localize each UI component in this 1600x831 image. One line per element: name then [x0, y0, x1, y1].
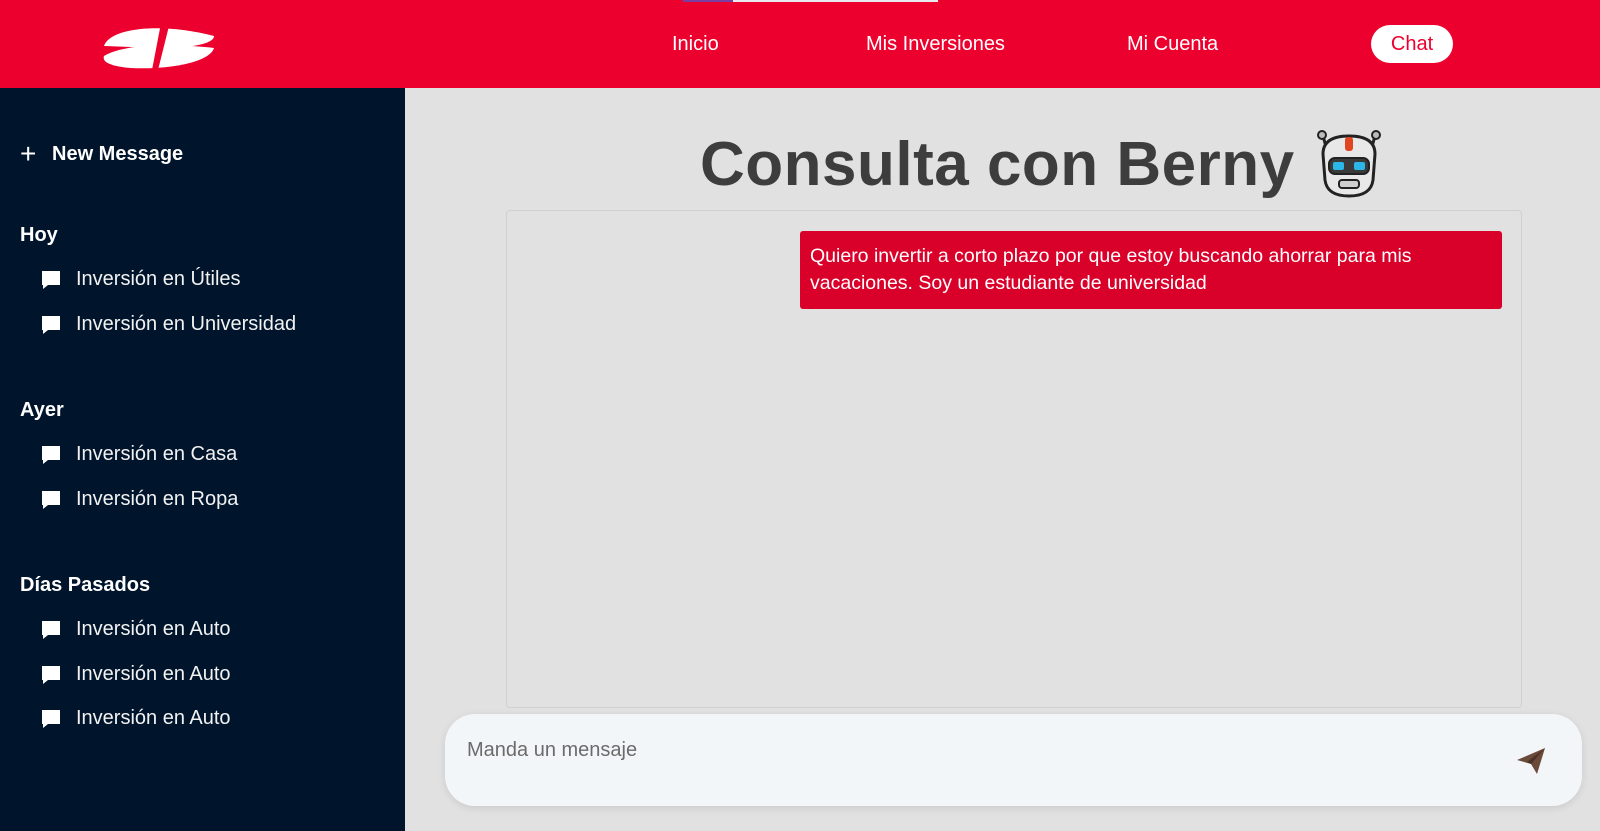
- top-accent-line: [683, 0, 938, 2]
- logo-icon[interactable]: [100, 18, 218, 70]
- conversation-item[interactable]: Inversión en Universidad: [40, 313, 296, 336]
- conversation-label: Inversión en Universidad: [76, 313, 297, 335]
- user-message: Quiero invertir a corto plazo por que es…: [800, 231, 1502, 309]
- chat-bubble-icon: [42, 445, 60, 464]
- group-title-dias-pasados: Días Pasados: [20, 574, 151, 596]
- nav-mis-inversiones[interactable]: Mis Inversiones: [866, 33, 1005, 56]
- new-message-button[interactable]: + New Message: [20, 140, 183, 168]
- paper-plane-icon: [1517, 748, 1545, 774]
- nav-mi-cuenta[interactable]: Mi Cuenta: [1127, 33, 1218, 56]
- conversation-item[interactable]: Inversión en Auto: [40, 663, 231, 686]
- chat-bubble-icon: [42, 620, 60, 639]
- chat-bubble-icon: [42, 315, 60, 334]
- plus-icon: +: [20, 138, 37, 169]
- conversation-item[interactable]: Inversión en Auto: [40, 618, 231, 641]
- conversation-label: Inversión en Útiles: [76, 268, 241, 290]
- conversation-label: Inversión en Auto: [76, 707, 231, 729]
- conversation-item[interactable]: Inversión en Auto: [40, 707, 231, 730]
- conversation-label: Inversión en Ropa: [76, 488, 239, 510]
- top-navbar: Inicio Mis Inversiones Mi Cuenta Chat: [0, 0, 1600, 88]
- conversation-label: Inversión en Auto: [76, 618, 231, 640]
- message-input[interactable]: [467, 728, 1467, 772]
- conversation-item[interactable]: Inversión en Útiles: [40, 268, 241, 291]
- conversation-item[interactable]: Inversión en Ropa: [40, 488, 238, 511]
- chat-button[interactable]: Chat: [1371, 25, 1453, 63]
- conversation-label: Inversión en Auto: [76, 663, 231, 685]
- group-title-ayer: Ayer: [20, 399, 64, 421]
- new-message-label: New Message: [52, 142, 184, 165]
- conversation-label: Inversión en Casa: [76, 443, 238, 465]
- chat-bubble-icon: [42, 270, 60, 289]
- chat-bubble-icon: [42, 709, 60, 728]
- chat-bubble-icon: [42, 490, 60, 509]
- conversation-item[interactable]: Inversión en Casa: [40, 443, 237, 466]
- page-title: Consulta con Berny: [700, 129, 1295, 199]
- page-title-block: Consulta con Berny: [700, 128, 1385, 200]
- chat-messages-area[interactable]: Quiero invertir a corto plazo por que es…: [506, 210, 1522, 708]
- group-title-hoy: Hoy: [20, 224, 58, 246]
- robot-icon: [1316, 130, 1381, 198]
- send-button[interactable]: [1513, 742, 1549, 778]
- chat-bubble-icon: [42, 665, 60, 684]
- message-composer: [445, 714, 1582, 806]
- sidebar: + New Message Hoy Inversión en Útiles In…: [0, 88, 405, 831]
- nav-inicio[interactable]: Inicio: [672, 33, 719, 56]
